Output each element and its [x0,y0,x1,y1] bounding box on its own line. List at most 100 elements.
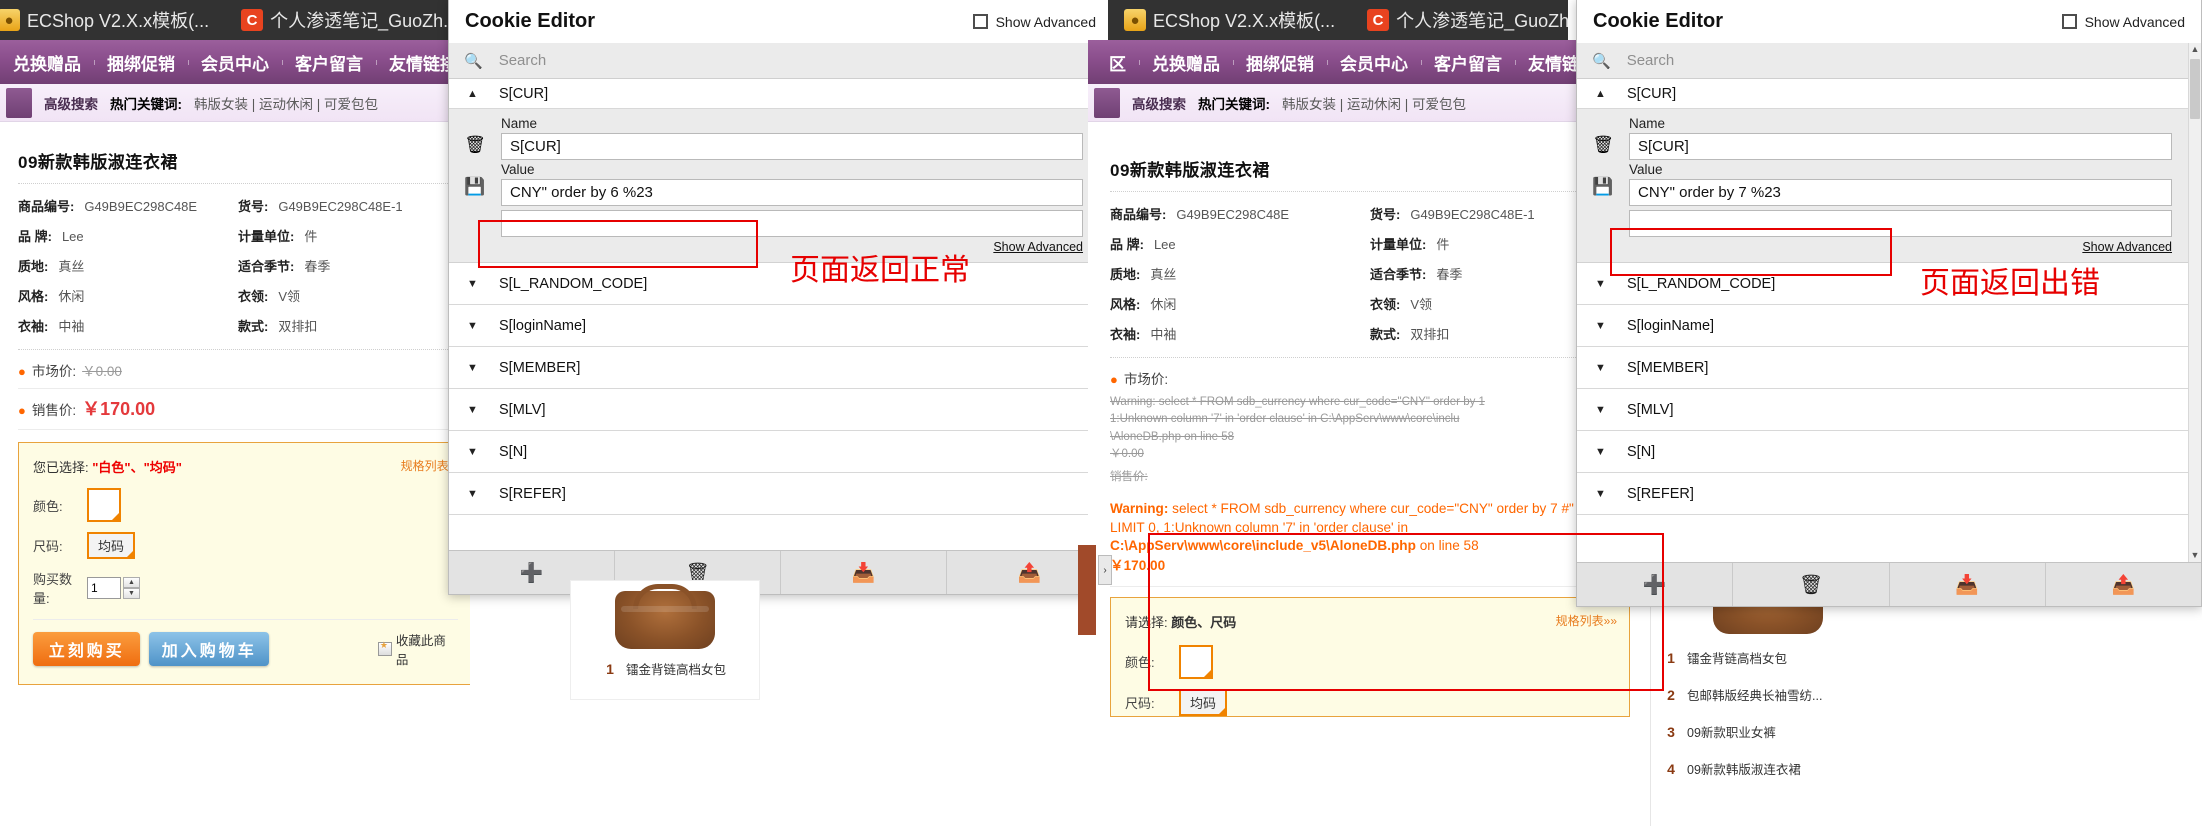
list-item[interactable]: 1 镭金背链高档女包 [571,659,759,678]
spec-row: 衣领: V领 [238,289,301,304]
screenshot-root: ● ECShop V2.X.x模板(... C 个人渗透笔记_GuoZh... … [0,0,2202,826]
nav-item-3[interactable]: 会员中心 [1327,50,1421,75]
cookie-editor-header: Cookie Editor Show Advanced [449,0,1112,43]
tab-ecshop-right[interactable]: ● ECShop V2.X.x模板(... [1108,0,1351,40]
value-label: Value [501,162,535,177]
cookie-value-extra-input[interactable] [501,210,1083,237]
advanced-search-link[interactable]: 高级搜索 [1132,93,1186,113]
search-input[interactable] [1624,51,2188,70]
cookie-row-1[interactable]: ▼ S[loginName] [449,305,1099,347]
cookie-row-2[interactable]: ▼ S[MEMBER] [1577,347,2188,389]
detail-show-advanced-link[interactable]: Show Advanced [1629,240,2172,254]
cookie-value-input[interactable] [1629,179,2172,206]
tab-notes-left[interactable]: C 个人渗透笔记_GuoZh... [225,0,470,40]
cookie-row-1[interactable]: ▼ S[loginName] [1577,305,2188,347]
save-icon[interactable]: 💾 [464,177,485,197]
cookie-row-4[interactable]: ▼ S[N] [1577,431,2188,473]
delete-icon[interactable]: 🗑 [464,135,486,155]
save-icon[interactable]: 💾 [1592,177,1613,197]
spec-row: 商品编号: G49B9EC298C48E [18,199,198,214]
value-label: Value [1629,162,1663,177]
cookie-row-5[interactable]: ▼ S[REFER] [449,473,1099,515]
cookie-row-4[interactable]: ▼ S[N] [449,431,1099,473]
color-swatch-white[interactable] [1179,644,1213,679]
import-button[interactable]: 📥 [1890,563,2046,606]
nav-item-3[interactable]: 客户留言 [282,50,376,75]
scroll-up-arrow[interactable]: ▲ [2189,43,2201,56]
quantity-stepper[interactable]: ▲ ▼ [87,577,140,599]
tab-notes-right[interactable]: C 个人渗透笔记_GuoZh... [1351,0,1568,40]
quantity-input[interactable] [87,577,121,599]
buy-now-button[interactable]: 立刻购买 [33,632,141,666]
hot-keywords[interactable]: 韩版女装 | 运动休闲 | 可爱包包 [1282,93,1466,113]
list-item[interactable]: 3 09新款职业女裤 [1665,722,1920,741]
divider [18,429,458,430]
cookie-detail-actions: 🗑 💾 [1577,109,1629,262]
add-favorite-link[interactable]: 收藏此商品 [377,630,458,668]
delete-icon[interactable]: 🗑 [1592,135,1614,155]
size-option-onesize[interactable]: 均码 [87,532,136,559]
checkbox-icon[interactable] [972,14,988,29]
collapse-handle[interactable]: › [1098,555,1112,585]
nav-item-0[interactable]: 区 [1096,50,1139,75]
cookie-row-3[interactable]: ▼ S[MLV] [449,389,1099,431]
nav-item-1[interactable]: 捆绑促销 [94,50,188,75]
export-button[interactable]: 📤 [2046,563,2201,606]
spinner-up[interactable]: ▲ [123,577,140,588]
list-item[interactable]: 1 镭金背链高档女包 [1665,648,1920,667]
warning-tail: on line 58 [1415,537,1479,553]
cookie-list-scrollbar[interactable]: ▲ ▼ [2188,43,2201,562]
cookie-search-bar[interactable]: 🔍 [1577,43,2188,79]
nav-item-1[interactable]: 兑换赠品 [1139,50,1233,75]
color-option-row: 颜色: [33,488,458,522]
spec-row: 款式: 双排扣 [238,319,318,334]
spinner[interactable]: ▲ ▼ [123,577,140,599]
cookie-row-3[interactable]: ▼ S[MLV] [1577,389,2188,431]
cookie-row-2[interactable]: ▼ S[MEMBER] [449,347,1099,389]
color-swatch-white[interactable] [87,488,121,522]
cookie-editor-header: Cookie Editor Show Advanced [1577,0,2201,43]
scrollbar-thumb[interactable] [2190,59,2200,119]
cookie-row-scur[interactable]: ▲ S[CUR] [1577,79,2188,109]
size-option-onesize[interactable]: 均码 [1179,688,1228,716]
checkbox-icon[interactable] [2061,14,2077,29]
add-to-cart-button[interactable]: 加入购物车 [149,632,269,666]
cookie-name-input[interactable] [1629,133,2172,160]
nav-item-2[interactable]: 捆绑促销 [1233,50,1327,75]
product-thumbnail[interactable] [615,584,715,649]
tab-ecshop-left[interactable]: ● ECShop V2.X.x模板(... [0,0,225,40]
cookie-search-bar[interactable]: 🔍 [449,43,1099,79]
item-name: 镭金背链高档女包 [1687,652,1788,666]
cookie-editor-footer: ➕ 🗑 📥 📤 [1577,562,2201,606]
delete-all-button[interactable]: 🗑 [1733,563,1890,606]
cookie-row-5[interactable]: ▼ S[REFER] [1577,473,2188,515]
ghost-warning-line: 1:Unknown column '7' in 'order clause' i… [1110,413,1460,426]
spinner-down[interactable]: ▼ [123,588,140,599]
cookie-editor-body: 🔍 ▲ S[CUR] 🗑 💾 Name Value [449,43,1112,550]
list-item[interactable]: 2 包邮韩版经典长袖雪纺... [1665,685,1920,704]
show-advanced-toggle[interactable]: Show Advanced [2061,14,2185,30]
add-cookie-button[interactable]: ➕ [1577,563,1734,606]
advanced-search-link[interactable]: 高级搜索 [44,93,98,113]
nav-item-0[interactable]: 兑换赠品 [0,50,94,75]
cookie-row-0[interactable]: ▼ S[L_RANDOM_CODE] [449,263,1099,305]
quantity-row: 购买数量: ▲ ▼ [33,569,458,607]
nav-item-4[interactable]: 客户留言 [1421,50,1515,75]
hot-keywords[interactable]: 韩版女装 | 运动休闲 | 可爱包包 [194,93,378,113]
import-button[interactable]: 📥 [781,551,947,594]
cookie-row-scur[interactable]: ▲ S[CUR] [449,79,1099,109]
market-price-label: 市场价: [1123,372,1169,387]
cookie-name-input[interactable] [501,133,1083,160]
tab-title: ECShop V2.X.x模板(... [27,11,210,31]
chevron-down-icon: ▼ [1595,445,1606,458]
ghost-sale-label: 销售价: [1110,471,1148,483]
nav-item-2[interactable]: 会员中心 [188,50,282,75]
show-advanced-toggle[interactable]: Show Advanced [972,14,1096,30]
list-item[interactable]: 4 09新款韩版淑连衣裙 [1665,759,1920,778]
ghost-price: ￥0.00 [1110,447,1144,460]
scroll-down-arrow[interactable]: ▼ [2189,549,2201,562]
cookie-value-extra-input[interactable] [1629,210,2172,237]
spec-list-link[interactable]: 规格列表»» [1556,612,1617,629]
search-input[interactable] [496,51,1099,70]
cookie-value-input[interactable] [501,179,1083,206]
